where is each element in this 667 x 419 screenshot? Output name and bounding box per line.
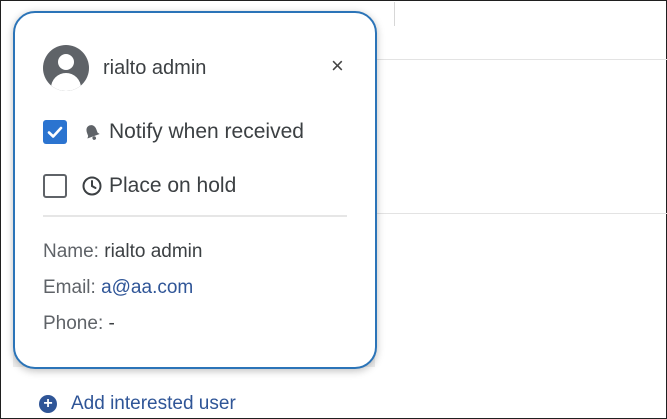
name-row: Name: rialto admin [43, 241, 202, 263]
clock-icon [81, 175, 103, 197]
plus-circle-icon: + [39, 395, 57, 413]
checkmark-icon [47, 126, 63, 138]
user-name: rialto admin [103, 56, 207, 79]
divider [373, 59, 667, 60]
name-label: Name: [43, 241, 99, 262]
add-interested-user-label: Add interested user [71, 393, 236, 414]
email-row: Email: a@aa.com [43, 277, 193, 299]
divider [394, 2, 395, 26]
add-interested-user-button[interactable]: + Add interested user [39, 393, 236, 415]
bell-icon [81, 121, 103, 143]
phone-value: - [108, 313, 115, 334]
avatar-head [58, 54, 74, 70]
email-label: Email: [43, 277, 96, 298]
divider [373, 213, 667, 214]
notify-option[interactable]: Notify when received [43, 120, 304, 144]
popover-header: rialto admin [43, 45, 206, 91]
close-icon[interactable]: × [331, 55, 344, 77]
email-link[interactable]: a@aa.com [101, 277, 193, 298]
phone-row: Phone: - [43, 313, 115, 335]
avatar [43, 45, 89, 91]
hold-option[interactable]: Place on hold [43, 174, 236, 198]
hold-checkbox[interactable] [43, 174, 67, 198]
avatar-body [51, 73, 81, 91]
divider [43, 215, 347, 217]
user-popover: rialto admin × Notify when received Plac… [13, 11, 377, 369]
phone-label: Phone: [43, 313, 104, 334]
app-background: + Add interested user rialto admin × Not… [0, 0, 667, 419]
notify-label: Notify when received [109, 120, 304, 143]
hold-label: Place on hold [109, 174, 237, 197]
name-value: rialto admin [104, 241, 203, 262]
notify-checkbox[interactable] [43, 120, 67, 144]
